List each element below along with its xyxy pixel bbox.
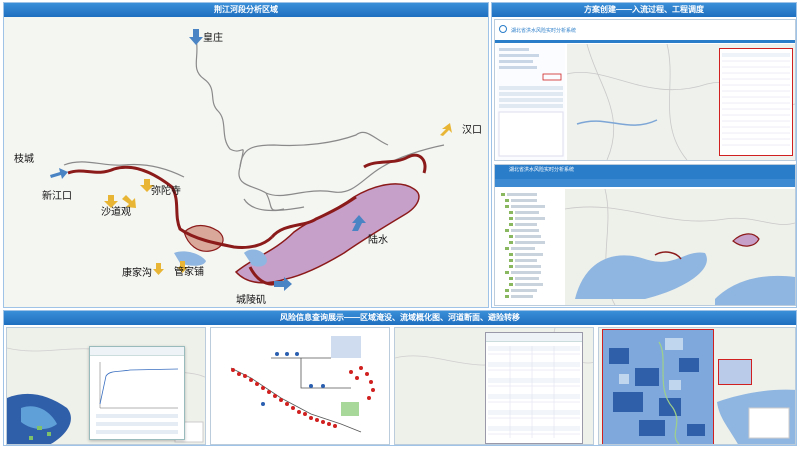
place-mituosi: 弥陀寺 <box>151 186 181 197</box>
evacuation-mini-box <box>718 359 752 385</box>
arrow-hankou <box>440 123 452 136</box>
scheme-form <box>497 44 565 160</box>
app-map-top[interactable] <box>566 43 795 160</box>
scheme-form-graphics <box>498 48 564 157</box>
chart-dialog[interactable] <box>89 346 185 440</box>
section-table-rows <box>488 346 580 438</box>
inundation-view[interactable] <box>6 327 206 445</box>
network-diagram[interactable] <box>210 327 390 445</box>
app-logo-icon <box>499 25 507 33</box>
place-xinjiangkou: 新江口 <box>42 191 72 202</box>
app-title-top: 湖北省洪水风险实时分析系统 <box>511 28 577 34</box>
inflow-table-rows <box>722 53 790 146</box>
arrow-zhicheng <box>50 168 68 179</box>
app-title-mid: 湖北省洪水风险实时分析系统 <box>509 167 575 173</box>
right-panel-title: 方案创建——入流过程、工程调度 <box>492 3 796 17</box>
arrow-kangjiagou <box>153 263 164 275</box>
river-map <box>50 29 452 291</box>
chart-dialog-header <box>90 347 184 356</box>
place-huangzhuang: 皇庄 <box>203 33 223 44</box>
layer-tree-graphics <box>501 193 545 298</box>
app-map-mid[interactable] <box>564 188 795 305</box>
right-panel: 方案创建——入流过程、工程调度 湖北省洪水风险实时分析系统 湖北省洪水风险实时分… <box>491 2 797 308</box>
place-zhicheng: 枝城 <box>14 154 34 165</box>
section-query-view[interactable] <box>394 327 594 445</box>
place-shadaoguan: 沙道观 <box>101 207 131 218</box>
app-header-mid: 湖北省洪水风险实时分析系统 <box>495 165 795 179</box>
arrow-huangzhuang <box>189 29 203 45</box>
evacuation-view[interactable] <box>598 327 796 445</box>
evacuation-highlight-box <box>602 329 714 444</box>
app-header-top: 湖北省洪水风险实时分析系统 <box>495 20 795 43</box>
network-diagram-graphics <box>230 336 375 433</box>
place-lushui: 陆水 <box>368 235 388 246</box>
app-map-mid-graphics <box>564 188 795 305</box>
main-panel-title: 荆江河段分析区域 <box>4 3 488 17</box>
app-toolbar-mid[interactable] <box>495 179 795 187</box>
app-screenshot-top: 湖北省洪水风险实时分析系统 <box>494 19 796 161</box>
chart-dialog-plot <box>96 362 179 434</box>
app-screenshot-mid: 湖北省洪水风险实时分析系统 <box>494 164 796 306</box>
place-guanjiapu: 管家铺 <box>174 267 204 278</box>
layer-tree[interactable] <box>497 189 563 305</box>
place-chenglingji: 城陵矶 <box>236 295 266 306</box>
bottom-panel: 风险信息查询展示——区域淹没、流域概化图、河道断面、避险转移 <box>3 310 797 446</box>
flood-area-dongting <box>234 183 420 284</box>
inflow-table-box <box>719 48 793 156</box>
main-map-canvas[interactable]: 皇庄 枝城 新江口 沙道观 弥陀寺 汉口 陆水 康家沟 管家铺 城陵矶 <box>4 17 488 307</box>
main-map-panel: 荆江河段分析区域 皇庄 枝城 新江口 沙道观 弥陀寺 汉口 陆水 康家沟 管家铺… <box>3 2 489 308</box>
place-hankou: 汉口 <box>462 125 482 136</box>
place-kangjiagou: 康家沟 <box>122 268 152 279</box>
section-table-window[interactable] <box>485 332 583 444</box>
bottom-panel-title: 风险信息查询展示——区域淹没、流域概化图、河道断面、避险转移 <box>4 311 796 325</box>
section-table-header <box>486 333 582 342</box>
